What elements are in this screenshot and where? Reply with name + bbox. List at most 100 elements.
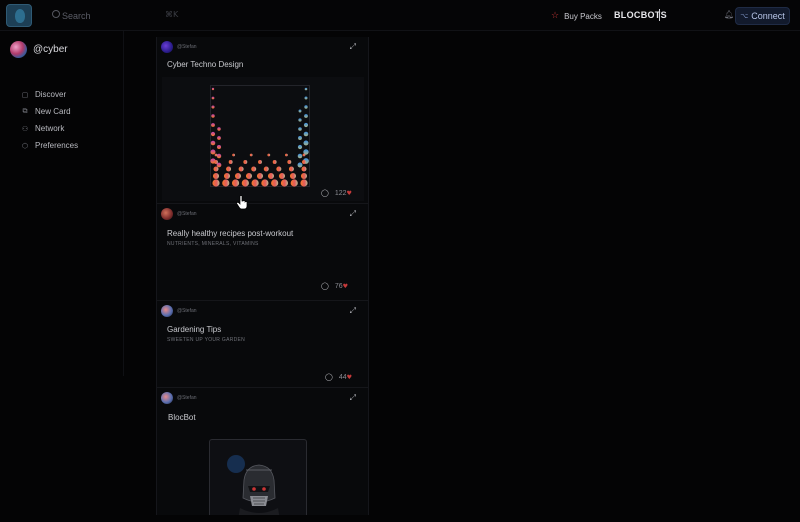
artwork-dot <box>245 172 253 180</box>
card-author[interactable]: @Stefan <box>161 305 197 317</box>
artwork-dot <box>210 149 216 155</box>
card-image[interactable] <box>209 439 307 515</box>
artwork-dot <box>300 179 308 187</box>
artwork-dot <box>251 166 257 172</box>
sidebar-item-new-card[interactable]: ⧉ New Card <box>21 103 78 120</box>
card-author[interactable]: @Stefan <box>161 208 197 220</box>
dot-pattern-artwork <box>210 85 310 187</box>
artwork-dot <box>213 166 219 172</box>
artwork-dot <box>217 127 221 131</box>
sidebar-nav: ▢ Discover ⧉ New Card ⚇ Network ⬡ Prefer… <box>21 86 78 154</box>
hand-cursor-icon <box>236 195 248 210</box>
artwork-dot <box>298 109 302 113</box>
artwork-dot <box>217 136 221 140</box>
sidebar-item-discover[interactable]: ▢ Discover <box>21 86 78 103</box>
expand-icon[interactable]: ⤢ <box>350 42 356 52</box>
artwork-dot <box>241 179 249 187</box>
connect-button[interactable]: ⌥ Connect <box>735 7 790 25</box>
artwork-dot <box>256 172 264 180</box>
artwork-dot <box>303 131 309 137</box>
bell-icon[interactable]: 🔔︎ <box>724 10 734 19</box>
card-title: Gardening Tips <box>167 325 222 334</box>
heart-icon[interactable]: ♥ <box>343 283 348 290</box>
artwork-dot <box>243 160 248 164</box>
artwork-dot <box>290 179 298 187</box>
expand-icon[interactable]: ⤢ <box>350 306 356 316</box>
artwork-dot <box>211 96 215 100</box>
profile[interactable]: @cyber <box>10 41 68 58</box>
artwork-dot <box>298 127 302 131</box>
comment-icon[interactable]: ◯ <box>325 373 333 381</box>
book-icon: ▢ <box>21 90 29 99</box>
sidebar-item-preferences[interactable]: ⬡ Preferences <box>21 137 78 154</box>
artwork-dot <box>263 166 269 172</box>
author-avatar <box>161 392 173 404</box>
robot-artwork <box>227 455 280 515</box>
search-shortcut: ⌘K <box>165 10 179 19</box>
avatar[interactable] <box>10 41 27 58</box>
card-author[interactable]: @Stefan <box>161 392 197 404</box>
artwork-dot <box>304 114 308 118</box>
cards-icon: ⧉ <box>22 107 28 115</box>
artwork-dot <box>276 166 282 172</box>
card-author[interactable]: @Stefan <box>161 41 197 53</box>
artwork-dot <box>297 162 303 168</box>
comment-icon[interactable]: ◯ <box>321 282 329 290</box>
feed-card[interactable]: @Stefan ⤢ Gardening Tips SWEETEN UP YOUR… <box>157 301 368 388</box>
artwork-dot <box>216 144 222 150</box>
artwork-dot <box>298 118 302 122</box>
artwork-dot <box>272 160 277 164</box>
author-avatar <box>161 208 173 220</box>
sidebar-item-label: Network <box>35 124 65 133</box>
artwork-dot <box>234 172 242 180</box>
card-title: Cyber Techno Design <box>167 60 244 69</box>
wallet-icon: ⌥ <box>740 12 749 20</box>
app-logo[interactable] <box>6 4 32 27</box>
author-avatar <box>161 41 173 53</box>
heart-icon[interactable]: ♥ <box>347 190 352 197</box>
artwork-dot <box>211 114 215 118</box>
sidebar-item-label: Discover <box>35 90 67 99</box>
feed: @Stefan ⤢ Cyber Techno Design ◯ 122♥ @St… <box>156 37 369 515</box>
artwork-dot <box>210 131 216 137</box>
feed-card[interactable]: @Stefan ⤢ Cyber Techno Design ◯ 122♥ <box>157 37 368 204</box>
comment-icon[interactable]: ◯ <box>321 189 329 197</box>
buy-packs-label: Buy Packs <box>564 11 602 21</box>
artwork-dot <box>297 153 303 159</box>
artwork-dot <box>304 87 308 91</box>
card-stats: ◯ 122♥ <box>321 189 352 197</box>
feed-card[interactable]: @Stefan ⤢ Really healthy recipes post-wo… <box>157 204 368 301</box>
artwork-dot <box>304 105 308 109</box>
card-image[interactable] <box>162 77 364 201</box>
text-cursor <box>659 9 660 21</box>
artwork-dot <box>261 179 269 187</box>
feed-card[interactable]: @Stefan ⤢ BlocBot <box>157 388 368 515</box>
artwork-dot <box>302 160 306 164</box>
artwork-dot <box>267 172 275 180</box>
artwork-dot <box>222 179 230 187</box>
artwork-dot <box>211 87 215 91</box>
card-title: Really healthy recipes post-workout <box>167 229 294 238</box>
profile-handle: @cyber <box>33 44 68 55</box>
expand-icon[interactable]: ⤢ <box>350 209 356 219</box>
sidebar-item-network[interactable]: ⚇ Network <box>21 120 78 137</box>
artwork-dot <box>297 144 303 150</box>
search-input[interactable] <box>62 8 162 23</box>
artwork-dot <box>303 140 309 146</box>
artwork-dot <box>258 160 262 164</box>
artwork-dot <box>267 153 271 157</box>
search-icon <box>52 10 60 18</box>
top-bar: ⌘K ☆ Buy Packs BLOCBOTS 🔔︎ ⌥ Connect <box>0 0 800 31</box>
comment-count: 44 <box>338 373 347 381</box>
buy-packs-link[interactable]: ☆ Buy Packs <box>551 10 602 22</box>
author-avatar <box>161 305 173 317</box>
card-title: BlocBot <box>168 413 196 422</box>
expand-icon[interactable]: ⤢ <box>350 393 356 403</box>
artwork-dot <box>238 166 244 172</box>
heart-icon[interactable]: ♥ <box>347 374 352 381</box>
shield-icon: ⬡ <box>21 141 29 150</box>
comment-count: 76 <box>334 282 343 290</box>
artwork-dot <box>303 122 309 128</box>
artwork-dot <box>271 179 279 187</box>
artwork-dot <box>285 153 288 157</box>
